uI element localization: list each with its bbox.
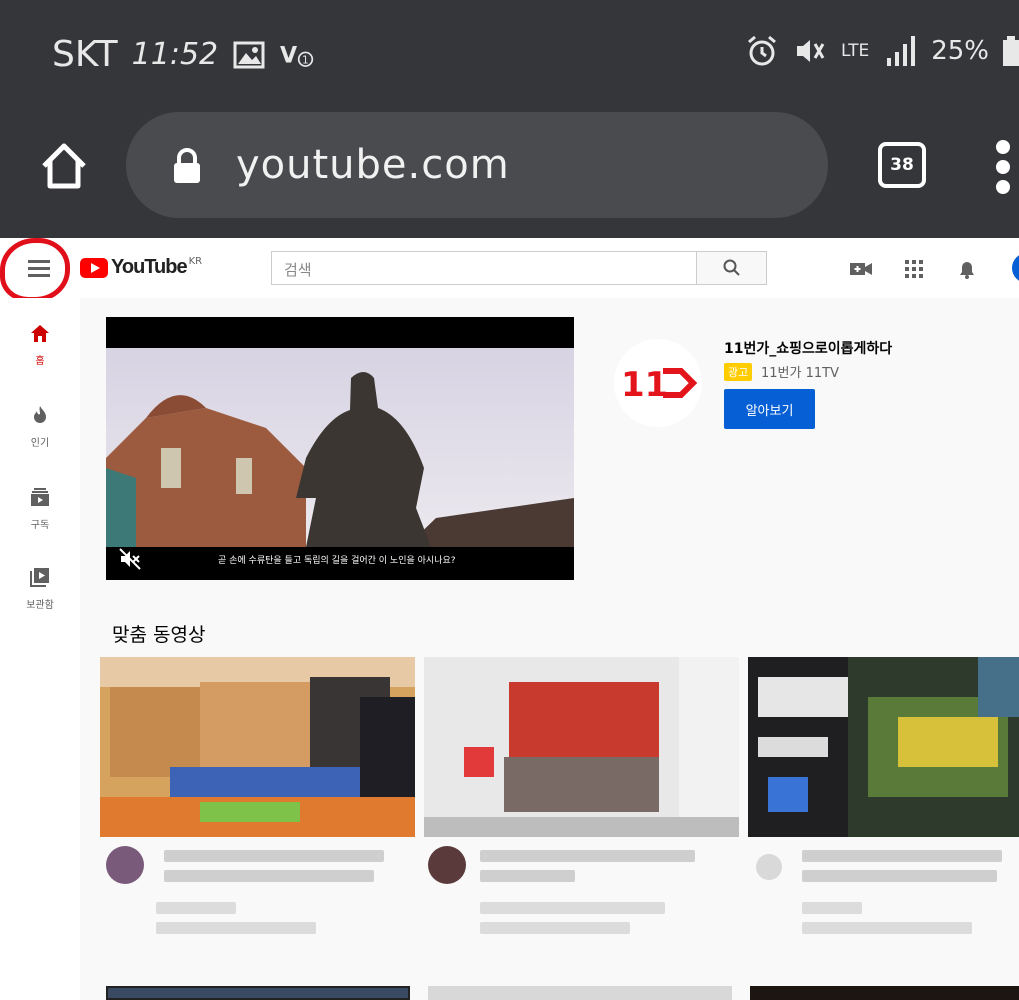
video-thumbnail[interactable] [750, 986, 1019, 1000]
channel-name-blurred [480, 902, 665, 914]
channel-avatar[interactable] [428, 846, 466, 884]
trending-icon [34, 406, 46, 423]
video-title-blurred[interactable] [480, 870, 575, 882]
annotation-circle [0, 238, 70, 302]
youtube-logo[interactable]: YouTube KR [80, 256, 202, 279]
sidebar-item-label: 보관함 [26, 600, 54, 611]
search-icon [723, 259, 740, 276]
youtube-header: YouTube KR 검색 [0, 238, 1019, 298]
carrier-label: SKT [52, 34, 118, 75]
library-icon [30, 568, 49, 587]
sidebar-item-subscriptions[interactable]: 구독 [0, 486, 80, 531]
gallery-icon [232, 38, 266, 72]
video-title-blurred[interactable] [480, 850, 695, 862]
mute-icon[interactable] [118, 547, 142, 571]
channel-avatar[interactable] [756, 854, 782, 880]
sidebar-item-label: 홈 [35, 356, 45, 367]
alarm-icon [745, 34, 779, 68]
mute-status-icon [793, 34, 827, 68]
sidebar-item-label: 인기 [30, 438, 50, 449]
video-thumbnail[interactable] [428, 986, 732, 1000]
region-label: KR [188, 256, 203, 267]
learn-more-button[interactable]: 알아보기 [724, 389, 815, 429]
search-input[interactable]: 검색 [271, 251, 697, 285]
video-title-blurred[interactable] [802, 870, 997, 882]
battery-label: 25% [931, 36, 989, 66]
sidebar-item-home[interactable]: 홈 [0, 322, 80, 367]
youtube-play-icon [80, 257, 108, 278]
video-stats-blurred [156, 922, 316, 934]
main-content: 곧 손에 수류탄을 들고 독립의 길을 걸어간 이 노인을 아시나요? 11 1… [80, 298, 1019, 1000]
browser-toolbar: youtube.com 38 [0, 104, 1019, 238]
status-bar: SKT 11:52 V1 LTE 25% [0, 0, 1019, 104]
browser-menu-button[interactable] [996, 140, 1016, 194]
channel-avatar[interactable] [106, 846, 144, 884]
blurred-thumbnail-image [748, 657, 1019, 837]
video-title-blurred[interactable] [164, 850, 384, 862]
video-thumbnail[interactable] [106, 986, 410, 1000]
avatar[interactable] [1012, 253, 1019, 283]
address-bar[interactable]: youtube.com [126, 112, 828, 218]
advertiser-logo[interactable]: 11 [614, 339, 702, 427]
ad-title[interactable]: 11번가_쇼핑으로이롭게하다 [724, 338, 892, 358]
house-icon [42, 143, 86, 189]
section-title: 맞춤 동영상 [112, 624, 206, 646]
sidebar-item-library[interactable]: 보관함 [0, 566, 80, 611]
battery-icon [1003, 34, 1019, 68]
youtube-wordmark: YouTube [111, 256, 188, 278]
ad-video-player[interactable]: 곧 손에 수류탄을 들고 독립의 길을 걸어간 이 노인을 아시나요? [106, 317, 574, 580]
blurred-thumbnail-image [100, 657, 415, 837]
sidebar-item-label: 구독 [30, 520, 50, 531]
network-label: LTE [840, 41, 870, 61]
home-button[interactable] [38, 140, 90, 192]
video-thumbnail[interactable] [100, 657, 415, 837]
signal-icon [883, 34, 917, 68]
sidebar-item-trending[interactable]: 인기 [0, 404, 80, 449]
ad-channel-name[interactable]: 11번가 11TV [761, 362, 839, 381]
video-title-blurred[interactable] [802, 850, 1002, 862]
tab-switcher-button[interactable]: 38 [878, 142, 926, 188]
ad-badge: 광고 [724, 363, 753, 381]
video-thumbnail[interactable] [424, 657, 739, 837]
svg-text:V: V [280, 42, 297, 68]
lock-icon [172, 148, 202, 184]
apps-grid-icon[interactable] [902, 257, 926, 281]
advertiser-logo-text: 11 [621, 365, 668, 403]
channel-name-blurred [156, 902, 236, 914]
svg-text:1: 1 [302, 55, 308, 66]
notifications-bell-icon[interactable] [955, 257, 979, 281]
url-text: youtube.com [236, 142, 510, 188]
blurred-thumbnail-image [424, 657, 739, 837]
video-stats-blurred [802, 922, 972, 934]
subscriptions-icon [31, 488, 49, 506]
search-button[interactable] [696, 251, 767, 285]
video-caption: 곧 손에 수류탄을 들고 독립의 길을 걸어간 이 노인을 아시나요? [218, 556, 456, 566]
mini-sidebar: 홈 인기 구독 보관함 [0, 298, 80, 1000]
create-video-icon[interactable] [849, 257, 873, 281]
video-thumbnail[interactable] [748, 657, 1019, 837]
video-title-blurred[interactable] [164, 870, 374, 882]
volte-icon: V1 [280, 38, 314, 72]
channel-name-blurred [802, 902, 862, 914]
video-stats-blurred [480, 922, 630, 934]
clock: 11:52 [131, 37, 219, 72]
ad-video-frame [106, 348, 574, 547]
home-icon [31, 325, 49, 342]
